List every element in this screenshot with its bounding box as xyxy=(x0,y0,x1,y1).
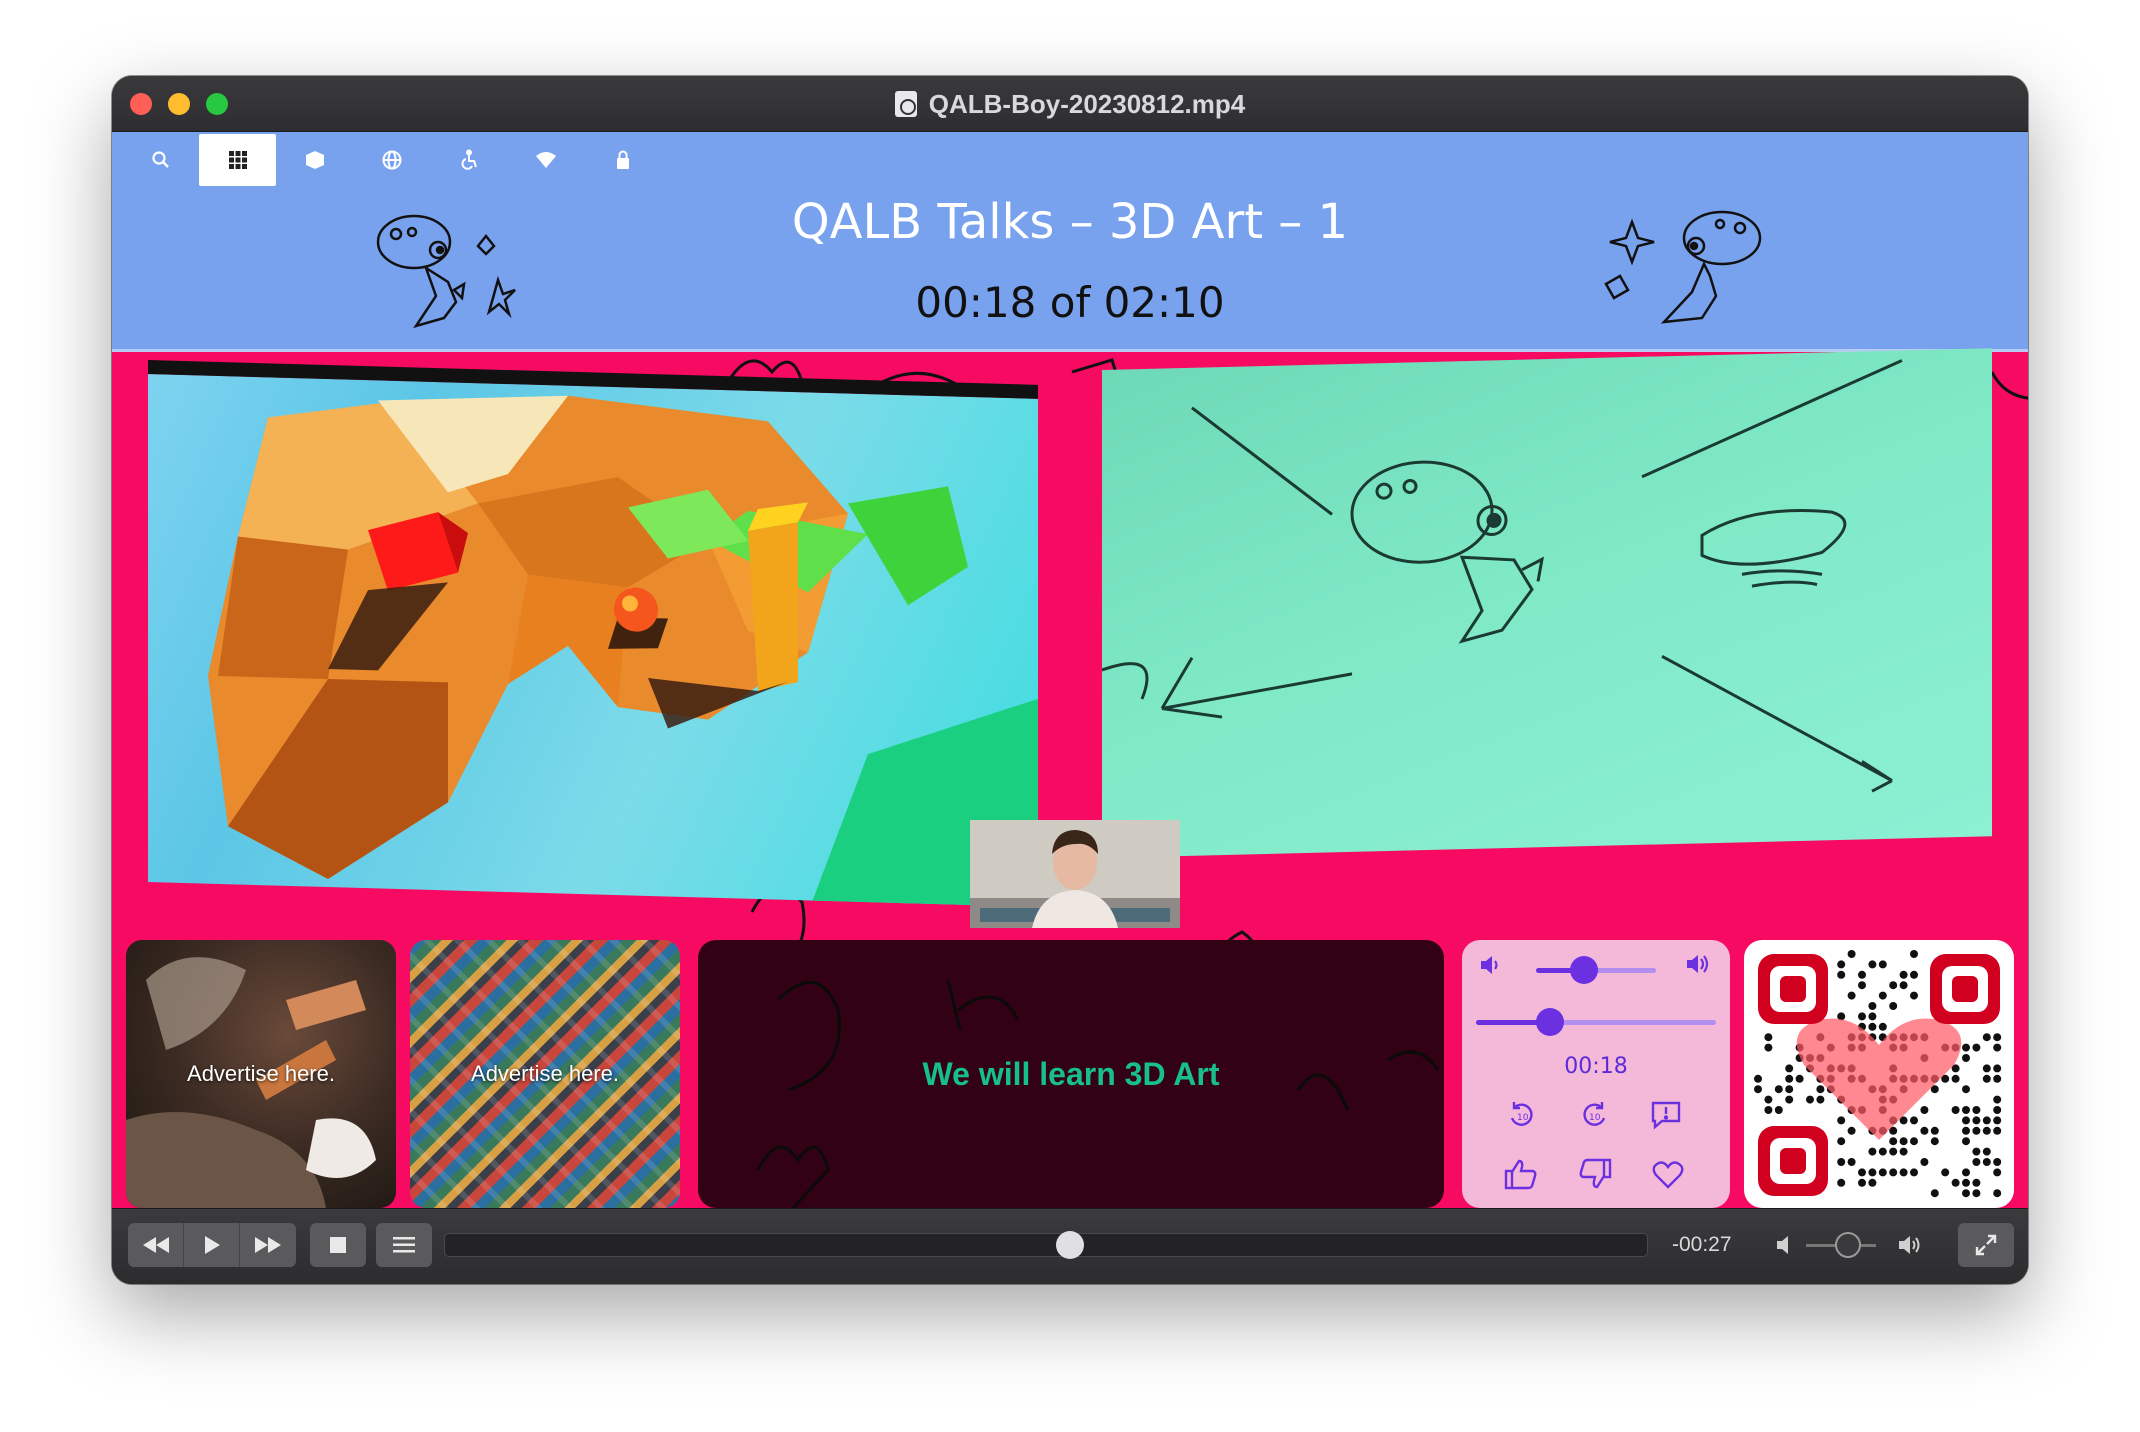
video-frame: QALB Talks – 3D Art – 1 00:18 of 02:10 A… xyxy=(112,132,2028,1208)
progress-slider-knob[interactable] xyxy=(1536,1008,1565,1036)
transport-controls xyxy=(128,1223,296,1267)
volume-max-icon[interactable] xyxy=(1898,1233,1926,1261)
report-icon[interactable] xyxy=(1650,1100,1682,1136)
volume-slider-knob[interactable] xyxy=(1570,956,1598,984)
volume-slider[interactable] xyxy=(1536,956,1656,984)
remaining-time: -00:27 xyxy=(1672,1233,1732,1256)
svg-text:10: 10 xyxy=(1517,1113,1529,1123)
play-icon[interactable] xyxy=(184,1223,240,1267)
box-icon[interactable] xyxy=(276,134,353,186)
ad-label: Advertise here. xyxy=(187,1061,335,1086)
wifi-icon[interactable] xyxy=(507,134,584,186)
talk-title: QALB Talks – 3D Art – 1 xyxy=(791,194,1349,250)
ad-slot-2[interactable]: Advertise here. xyxy=(410,940,680,1208)
header-banner: QALB Talks – 3D Art – 1 00:18 of 02:10 xyxy=(112,132,2028,352)
rewind-10-icon[interactable]: 10 xyxy=(1506,1100,1536,1136)
grid-icon[interactable] xyxy=(199,134,276,186)
3d-scene-screen xyxy=(148,360,1038,907)
stop-icon[interactable] xyxy=(310,1223,366,1267)
caption-panel: We will learn 3D Art xyxy=(698,940,1444,1208)
ad-slot-1[interactable]: Advertise here. xyxy=(126,940,396,1208)
player-volume-slider[interactable] xyxy=(1806,1232,1876,1258)
title-bar[interactable]: QALB-Boy-20230812.mp4 xyxy=(112,76,2028,132)
thumbs-up-icon[interactable] xyxy=(1504,1158,1538,1196)
document-icon xyxy=(894,91,917,117)
volume-up-icon[interactable] xyxy=(1684,950,1714,984)
mute-icon[interactable] xyxy=(1776,1235,1794,1259)
seek-bar[interactable] xyxy=(444,1231,1648,1259)
sketch-screen xyxy=(1102,348,1992,858)
thumbs-down-icon[interactable] xyxy=(1578,1158,1612,1196)
lock-icon[interactable] xyxy=(584,134,661,186)
playback-time-display: 00:18 of 02:10 xyxy=(915,278,1225,327)
player-window: QALB-Boy-20230812.mp4 QALB Talks – 3D Ar… xyxy=(112,76,2028,1284)
elapsed-time: 00:18 xyxy=(1564,1054,1628,1079)
rewind-icon[interactable] xyxy=(128,1223,184,1267)
seek-bar-knob[interactable] xyxy=(1056,1231,1085,1259)
caption-text: We will learn 3D Art xyxy=(922,1055,1220,1092)
fast-forward-icon[interactable] xyxy=(240,1223,296,1267)
svg-text:10: 10 xyxy=(1589,1113,1601,1123)
qr-code[interactable] xyxy=(1744,940,2014,1208)
player-volume-knob[interactable] xyxy=(1835,1232,1861,1258)
progress-slider[interactable] xyxy=(1476,1008,1716,1036)
accessibility-icon[interactable] xyxy=(430,134,507,186)
stop-button[interactable] xyxy=(310,1223,366,1267)
ad-label: Advertise here. xyxy=(471,1061,619,1086)
playlist-icon[interactable] xyxy=(376,1223,432,1267)
forward-10-icon[interactable]: 10 xyxy=(1580,1100,1610,1136)
search-icon[interactable] xyxy=(122,134,199,186)
presenter-webcam xyxy=(970,820,1180,928)
volume-down-icon[interactable] xyxy=(1478,952,1504,984)
fullscreen-icon[interactable] xyxy=(1958,1223,2014,1267)
fullscreen-button[interactable] xyxy=(1958,1223,2014,1267)
player-control-bar: -00:27 xyxy=(112,1208,2028,1284)
globe-icon[interactable] xyxy=(353,134,430,186)
heart-icon[interactable] xyxy=(1652,1160,1684,1196)
interaction-card: 00:18 10 10 xyxy=(1462,940,1730,1208)
window-title: QALB-Boy-20230812.mp4 xyxy=(928,88,1246,119)
overlay-toolbar xyxy=(122,134,661,186)
playlist-button[interactable] xyxy=(376,1223,432,1267)
